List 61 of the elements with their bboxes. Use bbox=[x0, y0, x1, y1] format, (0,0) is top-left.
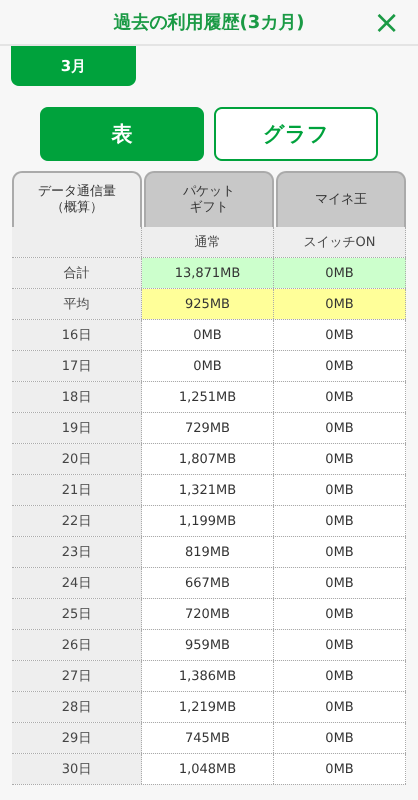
table-cell: 0MB bbox=[274, 320, 406, 350]
table-cell: 667MB bbox=[142, 568, 274, 598]
table-cell: 0MB bbox=[142, 320, 274, 350]
window-title: 過去の利用履歴(3カ月) bbox=[114, 11, 304, 34]
table-tab[interactable]: データ通信量 （概算） bbox=[12, 171, 142, 227]
table-cell: 925MB bbox=[142, 289, 274, 319]
row-label: 26日 bbox=[12, 630, 142, 660]
row-label: 20日 bbox=[12, 444, 142, 474]
table-cell: 0MB bbox=[274, 754, 406, 784]
table-cell: 0MB bbox=[274, 413, 406, 443]
row-label: 28日 bbox=[12, 692, 142, 722]
table-cell: 1,219MB bbox=[142, 692, 274, 722]
table-tab[interactable]: パケット ギフト bbox=[144, 171, 274, 227]
table-cell: 959MB bbox=[142, 630, 274, 660]
view-toggle-button[interactable]: グラフ bbox=[214, 107, 378, 161]
row-label: 30日 bbox=[12, 754, 142, 784]
table-cell: 1,807MB bbox=[142, 444, 274, 474]
table-cell: 0MB bbox=[274, 723, 406, 753]
table-cell: 1,386MB bbox=[142, 661, 274, 691]
row-label: 合計 bbox=[12, 258, 142, 288]
row-label: 21日 bbox=[12, 475, 142, 505]
table-cell: 0MB bbox=[274, 289, 406, 319]
table-cell: 0MB bbox=[274, 351, 406, 381]
table-cell: 1,321MB bbox=[142, 475, 274, 505]
table-cell: 729MB bbox=[142, 413, 274, 443]
table-cell: 819MB bbox=[142, 537, 274, 567]
table-cell: 0MB bbox=[274, 258, 406, 288]
table-cell: 0MB bbox=[274, 537, 406, 567]
table-cell: 720MB bbox=[142, 599, 274, 629]
column-header: スイッチON bbox=[274, 227, 406, 257]
row-label: 16日 bbox=[12, 320, 142, 350]
table-cell: 0MB bbox=[274, 692, 406, 722]
row-label: 25日 bbox=[12, 599, 142, 629]
row-label: 19日 bbox=[12, 413, 142, 443]
table-cell: 0MB bbox=[274, 444, 406, 474]
table-cell: 0MB bbox=[274, 506, 406, 536]
column-header: 通常 bbox=[142, 227, 274, 257]
row-label: 24日 bbox=[12, 568, 142, 598]
month-tab[interactable]: 3月 bbox=[11, 46, 136, 86]
row-label: 29日 bbox=[12, 723, 142, 753]
row-label: 23日 bbox=[12, 537, 142, 567]
row-label: 18日 bbox=[12, 382, 142, 412]
table-cell: 1,199MB bbox=[142, 506, 274, 536]
table-tab[interactable]: マイネ王 bbox=[276, 171, 406, 227]
row-label: 27日 bbox=[12, 661, 142, 691]
table-cell: 0MB bbox=[274, 630, 406, 660]
table-cell: 0MB bbox=[274, 568, 406, 598]
table-cell: 1,048MB bbox=[142, 754, 274, 784]
row-label: 22日 bbox=[12, 506, 142, 536]
table-cell: 13,871MB bbox=[142, 258, 274, 288]
table-cell: 0MB bbox=[274, 475, 406, 505]
table-cell: 0MB bbox=[274, 382, 406, 412]
table-cell: 0MB bbox=[274, 599, 406, 629]
row-label: 平均 bbox=[12, 289, 142, 319]
table-cell: 1,251MB bbox=[142, 382, 274, 412]
table-cell: 745MB bbox=[142, 723, 274, 753]
table-cell: 0MB bbox=[142, 351, 274, 381]
row-label: 17日 bbox=[12, 351, 142, 381]
view-toggle-button[interactable]: 表 bbox=[40, 107, 204, 161]
close-button[interactable]: × bbox=[369, 4, 404, 40]
table-cell: 0MB bbox=[274, 661, 406, 691]
